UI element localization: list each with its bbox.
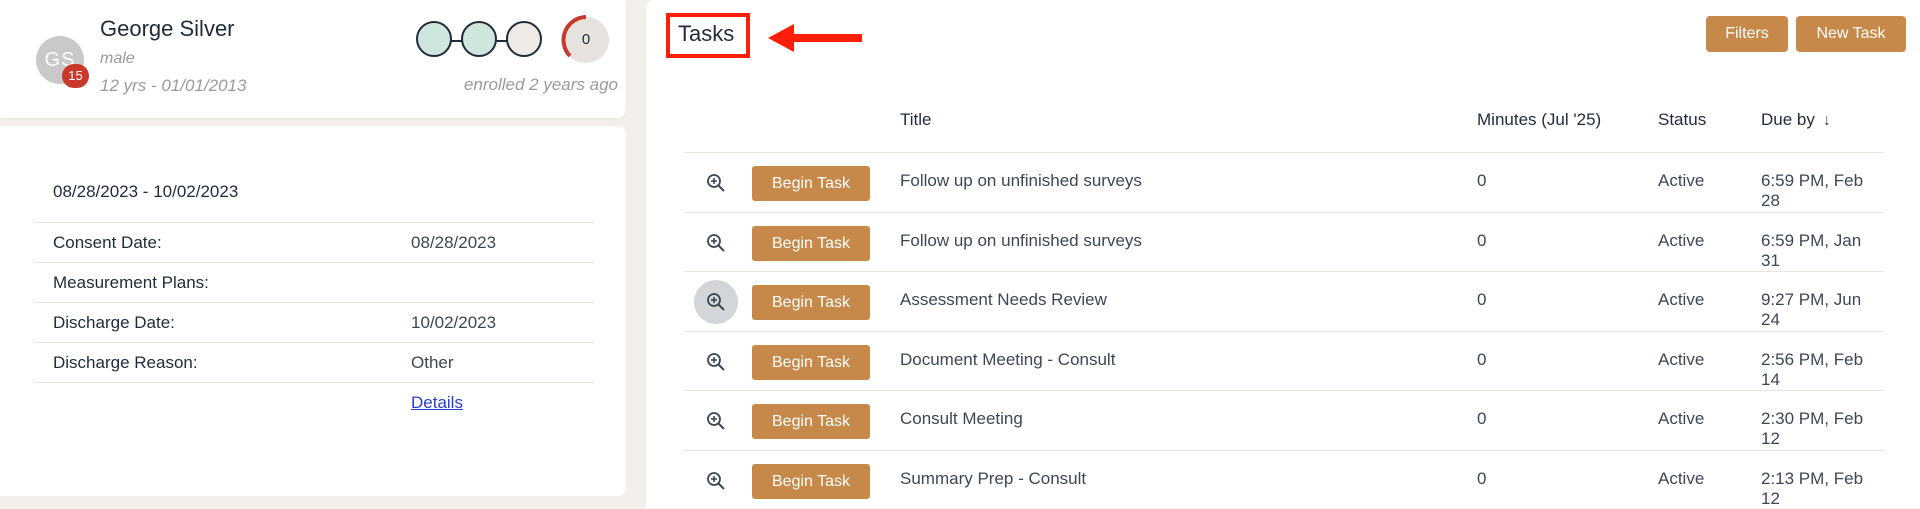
task-due: 2:13 PM, Feb 12: [1761, 469, 1884, 509]
detail-row: Measurement Plans:: [34, 262, 594, 302]
detail-value: Other: [411, 353, 454, 373]
score-value: 0: [560, 14, 612, 66]
tasks-title: Tasks: [678, 21, 734, 47]
begin-task-button[interactable]: Begin Task: [752, 226, 870, 261]
view-task-button[interactable]: [694, 459, 738, 503]
task-minutes: 0: [1477, 350, 1486, 370]
task-due: 2:30 PM, Feb 12: [1761, 409, 1884, 449]
detail-label: Consent Date:: [53, 233, 162, 253]
task-title: Follow up on unfinished surveys: [900, 231, 1142, 251]
detail-row: Discharge Reason: Other: [34, 342, 594, 382]
enrolled-text: enrolled 2 years ago: [464, 75, 618, 95]
task-status: Active: [1658, 409, 1704, 429]
stage-dot-1: [416, 21, 452, 57]
detail-row: Details: [34, 382, 594, 422]
task-due: 2:56 PM, Feb 14: [1761, 350, 1884, 390]
task-title: Consult Meeting: [900, 409, 1023, 429]
task-title: Document Meeting - Consult: [900, 350, 1115, 370]
task-status: Active: [1658, 350, 1704, 370]
score-gauge: 0: [560, 14, 612, 66]
view-task-button[interactable]: [694, 399, 738, 443]
zoom-in-icon: [706, 471, 726, 491]
patient-header-card: GS 15 George Silver male 12 yrs - 01/01/…: [0, 0, 626, 118]
task-status: Active: [1658, 469, 1704, 489]
task-due: 6:59 PM, Feb 28: [1761, 171, 1884, 211]
task-status: Active: [1658, 290, 1704, 310]
detail-row: Discharge Date: 10/02/2023: [34, 302, 594, 342]
detail-row: Consent Date: 08/28/2023: [34, 222, 594, 262]
column-header-due[interactable]: Due by ↓: [1761, 110, 1831, 130]
detail-value: 10/02/2023: [411, 313, 496, 333]
patient-name[interactable]: George Silver: [100, 16, 235, 42]
begin-task-button[interactable]: Begin Task: [752, 285, 870, 320]
task-title: Assessment Needs Review: [900, 290, 1107, 310]
task-title: Follow up on unfinished surveys: [900, 171, 1142, 191]
column-header-title[interactable]: Title: [900, 110, 932, 130]
zoom-in-icon: [706, 352, 726, 372]
table-row: Begin Task Follow up on unfinished surve…: [684, 152, 1884, 212]
patient-gender: male: [100, 50, 135, 68]
tasks-panel: Tasks Filters New Task Title Minutes (Ju…: [646, 0, 1920, 508]
task-minutes: 0: [1477, 171, 1486, 191]
stage-dot-2: [461, 21, 497, 57]
task-due: 9:27 PM, Jun 24: [1761, 290, 1884, 330]
detail-label: Measurement Plans:: [53, 273, 209, 293]
task-title: Summary Prep - Consult: [900, 469, 1086, 489]
task-minutes: 0: [1477, 409, 1486, 429]
view-task-button[interactable]: [694, 161, 738, 205]
tasks-table-body: Begin Task Follow up on unfinished surve…: [684, 152, 1884, 509]
table-row: Begin Task Summary Prep - Consult 0 Acti…: [684, 450, 1884, 509]
begin-task-button[interactable]: Begin Task: [752, 464, 870, 499]
stage-dot-3: [506, 21, 542, 57]
table-row: Begin Task Assessment Needs Review 0 Act…: [684, 271, 1884, 331]
begin-task-button[interactable]: Begin Task: [752, 404, 870, 439]
zoom-in-icon: [706, 292, 726, 312]
detail-label: Discharge Reason:: [53, 353, 198, 373]
episode-card: 08/28/2023 - 10/02/2023 Consent Date: 08…: [0, 126, 626, 496]
column-header-due-label: Due by: [1761, 110, 1815, 129]
avatar-count-badge: 15: [62, 64, 89, 88]
task-minutes: 0: [1477, 290, 1486, 310]
detail-value: 08/28/2023: [411, 233, 496, 253]
sort-down-arrow-icon[interactable]: ↓: [1823, 112, 1831, 130]
task-status: Active: [1658, 171, 1704, 191]
detail-label: Discharge Date:: [53, 313, 175, 333]
new-task-button[interactable]: New Task: [1796, 16, 1906, 52]
table-row: Begin Task Document Meeting - Consult 0 …: [684, 331, 1884, 391]
filters-button[interactable]: Filters: [1706, 16, 1788, 52]
table-row: Begin Task Follow up on unfinished surve…: [684, 212, 1884, 272]
left-column: GS 15 George Silver male 12 yrs - 01/01/…: [0, 0, 628, 508]
zoom-in-icon: [706, 233, 726, 253]
episode-details-table: Consent Date: 08/28/2023 Measurement Pla…: [34, 222, 594, 422]
episode-date-range: 08/28/2023 - 10/02/2023: [53, 182, 238, 202]
task-due: 6:59 PM, Jan 31: [1761, 231, 1884, 271]
task-minutes: 0: [1477, 231, 1486, 251]
view-task-button[interactable]: [694, 340, 738, 384]
details-link[interactable]: Details: [411, 393, 463, 413]
tasks-table-header: Title Minutes (Jul '25) Status Due by ↓: [684, 100, 1884, 152]
zoom-in-icon: [706, 173, 726, 193]
stage-progress: [416, 21, 544, 59]
view-task-button[interactable]: [694, 280, 738, 324]
begin-task-button[interactable]: Begin Task: [752, 345, 870, 380]
zoom-in-icon: [706, 411, 726, 431]
table-row: Begin Task Consult Meeting 0 Active 2:30…: [684, 390, 1884, 450]
annotation-arrow-icon: [766, 20, 866, 56]
patient-age-dob: 12 yrs - 01/01/2013: [100, 76, 246, 96]
column-header-status[interactable]: Status: [1658, 110, 1706, 130]
task-minutes: 0: [1477, 469, 1486, 489]
column-header-minutes[interactable]: Minutes (Jul '25): [1477, 110, 1601, 130]
begin-task-button[interactable]: Begin Task: [752, 166, 870, 201]
view-task-button[interactable]: [694, 221, 738, 265]
task-status: Active: [1658, 231, 1704, 251]
